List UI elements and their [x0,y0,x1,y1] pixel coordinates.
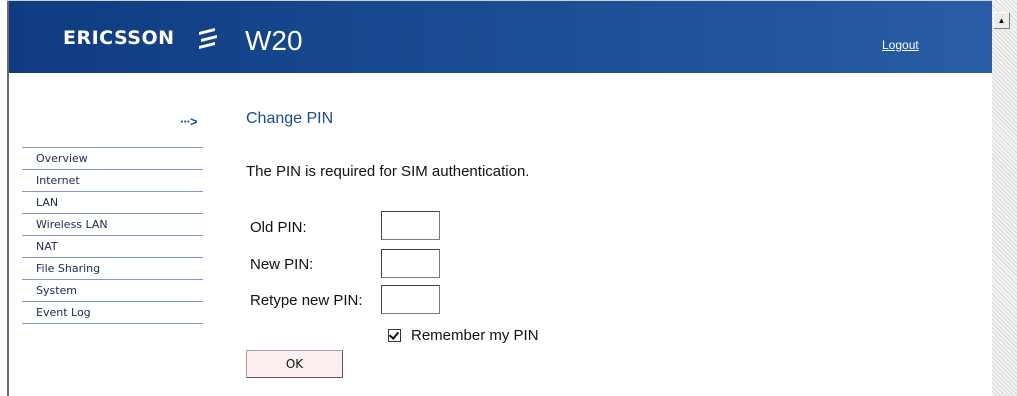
ericsson-logo-icon [199,28,217,49]
old-pin-label: Old PIN: [250,219,307,236]
remember-pin-checkbox[interactable] [388,329,401,342]
page-description: The PIN is required for SIM authenticati… [246,163,530,180]
sidebar-item-event-log[interactable]: Event Log [22,302,203,324]
sidebar-item-system[interactable]: System [22,280,203,302]
brand-name: ERICSSON [63,27,175,49]
vertical-scrollbar[interactable] [992,0,1017,396]
ok-button[interactable]: OK [246,350,343,378]
remember-pin-option[interactable]: Remember my PIN [388,327,539,344]
logout-link[interactable]: Logout [882,38,919,52]
sidebar-item-overview[interactable]: Overview [22,147,203,170]
retype-pin-label: Retype new PIN: [250,292,363,309]
new-pin-label: New PIN: [250,256,314,273]
nav-arrow-icon: ···> [180,114,198,129]
product-title: W20 [245,25,303,56]
page-title: Change PIN [246,110,334,127]
old-pin-input[interactable] [381,211,440,240]
sidebar-item-lan[interactable]: LAN [22,192,203,214]
sidebar-nav: Overview Internet LAN Wireless LAN NAT F… [22,147,203,324]
sidebar-item-nat[interactable]: NAT [22,236,203,258]
sidebar-item-wireless-lan[interactable]: Wireless LAN [22,214,203,236]
sidebar-item-file-sharing[interactable]: File Sharing [22,258,203,280]
sidebar-item-internet[interactable]: Internet [22,170,203,192]
remember-pin-label: Remember my PIN [411,327,539,344]
retype-pin-input[interactable] [381,285,440,314]
new-pin-input[interactable] [381,249,440,278]
scroll-up-arrow-icon[interactable]: ▲ [993,12,1010,29]
header-bar: ERICSSON W20 Logout [9,1,992,73]
